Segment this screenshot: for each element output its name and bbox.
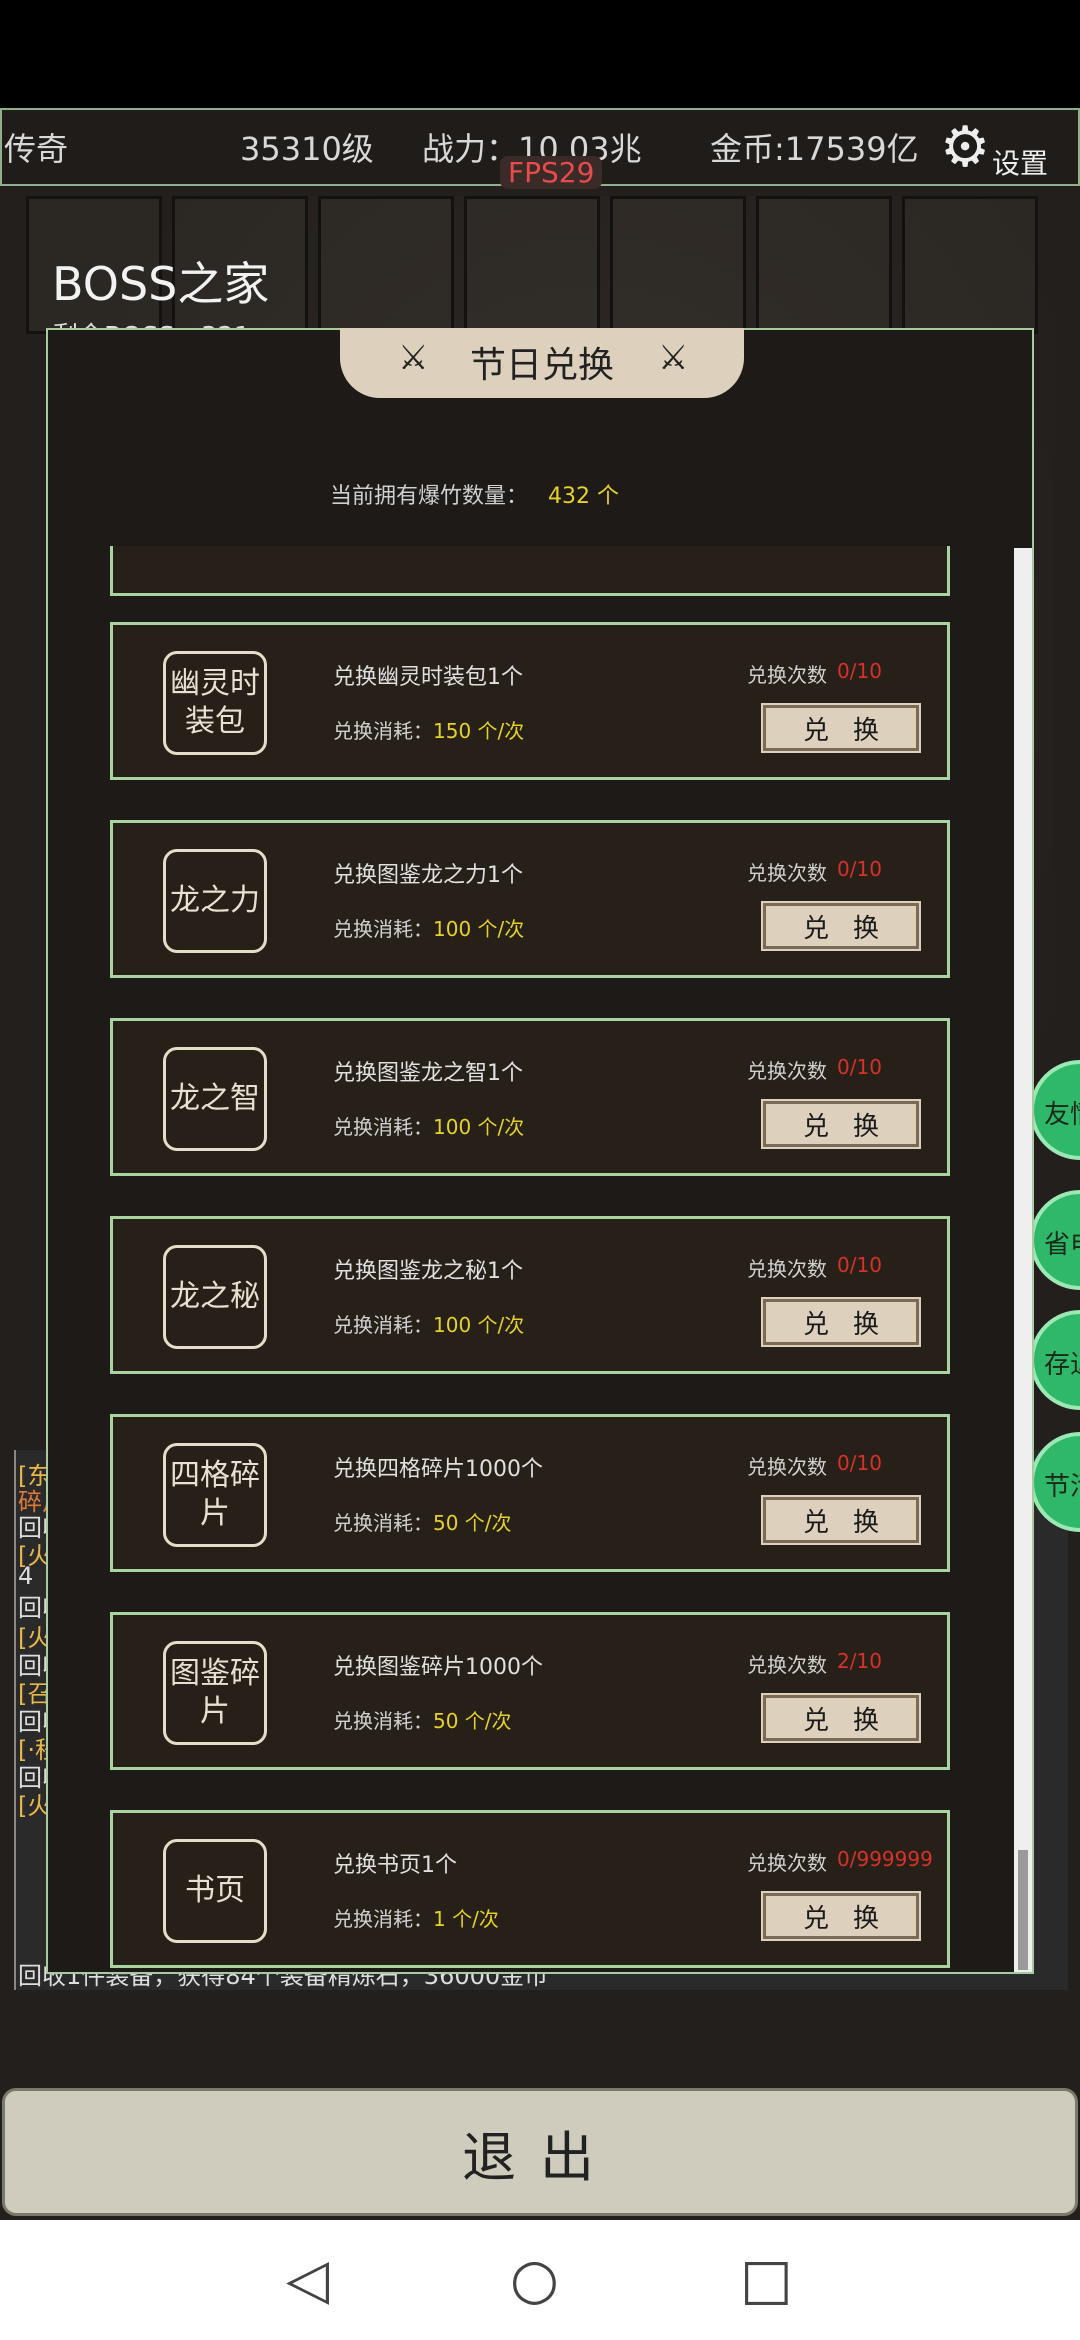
item-icon: 书页 [163, 1839, 267, 1943]
exchange-item: 四格碎片 兑换四格碎片1000个 兑换消耗： 50 个/次 兑换次数 0/10 … [110, 1414, 950, 1572]
game-title: 传奇 [4, 130, 69, 168]
times-value: 2/10 [837, 1649, 882, 1673]
settings-button[interactable]: ⚙ 设置 [940, 115, 1060, 181]
exchange-item: 龙之智 兑换图鉴龙之智1个 兑换消耗： 100 个/次 兑换次数 0/10 兑换 [110, 1018, 950, 1176]
home-circle-icon[interactable]: ○ [510, 2250, 559, 2310]
cost-value: 50 个/次 [433, 1709, 512, 1733]
item-icon: 龙之力 [163, 849, 267, 953]
cost-label: 兑换消耗： [333, 1709, 433, 1733]
exchange-button[interactable]: 兑换 [763, 1299, 919, 1345]
times-value: 0/10 [837, 659, 882, 683]
cost-value: 1 个/次 [433, 1907, 499, 1931]
cost-label: 兑换消耗： [333, 1115, 433, 1139]
item-name: 兑换书页1个 [333, 1853, 457, 1878]
exchange-button[interactable]: 兑换 [763, 903, 919, 949]
gear-icon: ⚙ [940, 115, 991, 180]
grid-cell [464, 196, 600, 334]
times-value: 0/10 [837, 1055, 882, 1079]
firecracker-count-label: 当前拥有爆竹数量： [330, 484, 529, 509]
exchange-button[interactable]: 兑换 [763, 1893, 919, 1939]
exchange-button[interactable]: 兑换 [763, 1497, 919, 1543]
item-name: 兑换图鉴龙之秘1个 [333, 1259, 523, 1284]
times-label: 兑换次数 [747, 1455, 827, 1479]
system-nav-bar: ◁ ○ □ [0, 2220, 1080, 2340]
cost-value: 100 个/次 [433, 1115, 525, 1139]
exchange-item [110, 546, 950, 596]
grid-cell [610, 196, 746, 334]
times-label: 兑换次数 [747, 861, 827, 885]
player-level: 35310级 [240, 130, 374, 168]
times-value: 0/999999 [837, 1847, 933, 1871]
cost-label: 兑换消耗： [333, 719, 433, 743]
grid-cell [902, 196, 1038, 334]
exchange-button[interactable]: 兑换 [763, 1695, 919, 1741]
list-scroll-thumb[interactable] [1018, 1850, 1028, 1970]
firecracker-count-value: 432 个 [548, 484, 619, 509]
times-value: 0/10 [837, 1451, 882, 1475]
cost-label: 兑换消耗： [333, 917, 433, 941]
item-name: 兑换图鉴龙之智1个 [333, 1061, 523, 1086]
times-value: 0/10 [837, 1253, 882, 1277]
crossed-swords-icon: ⚔ [658, 338, 689, 378]
item-name: 兑换图鉴碎片1000个 [333, 1655, 543, 1680]
item-icon: 四格碎片 [163, 1443, 267, 1547]
cost-label: 兑换消耗： [333, 1907, 433, 1931]
cost-label: 兑换消耗： [333, 1313, 433, 1337]
recent-square-icon[interactable]: □ [740, 2250, 793, 2310]
exchange-item: 龙之力 兑换图鉴龙之力1个 兑换消耗： 100 个/次 兑换次数 0/10 兑换 [110, 820, 950, 978]
exchange-item: 图鉴碎片 兑换图鉴碎片1000个 兑换消耗： 50 个/次 兑换次数 2/10 … [110, 1612, 950, 1770]
exchange-item: 龙之秘 兑换图鉴龙之秘1个 兑换消耗： 100 个/次 兑换次数 0/10 兑换 [110, 1216, 950, 1374]
exit-button[interactable]: 退出 [2, 2088, 1078, 2216]
cost-value: 100 个/次 [433, 1313, 525, 1337]
times-label: 兑换次数 [747, 663, 827, 687]
item-icon: 龙之秘 [163, 1245, 267, 1349]
cost-value: 50 个/次 [433, 1511, 512, 1535]
log-line: 4 [18, 1562, 34, 1590]
settings-label: 设置 [992, 147, 1049, 180]
times-label: 兑换次数 [747, 1257, 827, 1281]
times-label: 兑换次数 [747, 1059, 827, 1083]
grid-cell [318, 196, 454, 334]
grid-cell [756, 196, 892, 334]
gold-amount: 金币:17539亿 [710, 130, 919, 168]
exchange-item: 幽灵时装包 兑换幽灵时装包1个 兑换消耗： 150 个/次 兑换次数 0/10 … [110, 622, 950, 780]
status-bar [0, 0, 1080, 108]
times-label: 兑换次数 [747, 1851, 827, 1875]
times-label: 兑换次数 [747, 1653, 827, 1677]
item-icon: 龙之智 [163, 1047, 267, 1151]
exchange-item: 书页 兑换书页1个 兑换消耗： 1 个/次 兑换次数 0/999999 兑换 [110, 1810, 950, 1968]
item-name: 兑换幽灵时装包1个 [333, 665, 523, 690]
cost-value: 100 个/次 [433, 917, 525, 941]
times-value: 0/10 [837, 857, 882, 881]
exchange-button[interactable]: 兑换 [763, 1101, 919, 1147]
item-name: 兑换四格碎片1000个 [333, 1457, 543, 1482]
item-name: 兑换图鉴龙之力1个 [333, 863, 523, 888]
item-icon: 幽灵时装包 [163, 651, 267, 755]
list-scrollbar[interactable] [1014, 548, 1032, 1972]
fps-counter: FPS29 [500, 156, 603, 189]
boss-home-title: BOSS之家 [52, 257, 270, 311]
modal-header: ⚔ 节日兑换 ⚔ [340, 328, 744, 398]
cost-value: 150 个/次 [433, 719, 525, 743]
cost-label: 兑换消耗： [333, 1511, 433, 1535]
exchange-list[interactable]: 幽灵时装包 兑换幽灵时装包1个 兑换消耗： 150 个/次 兑换次数 0/10 … [110, 546, 950, 1976]
exchange-button[interactable]: 兑换 [763, 705, 919, 751]
back-triangle-icon[interactable]: ◁ [286, 2250, 329, 2310]
item-icon: 图鉴碎片 [163, 1641, 267, 1745]
